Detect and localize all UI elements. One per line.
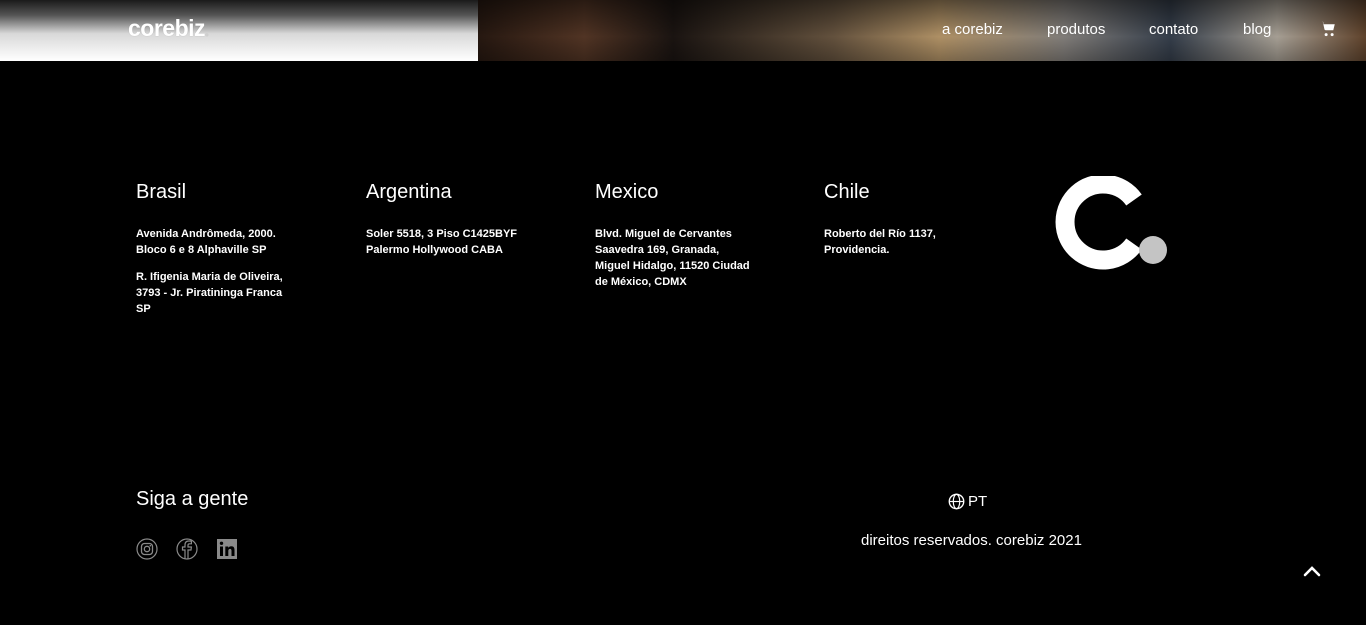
instagram-icon[interactable] bbox=[136, 538, 158, 560]
office-address: Avenida Andrômeda, 2000. Bloco 6 e 8 Alp… bbox=[136, 228, 276, 256]
corebiz-c-logo-icon bbox=[1055, 176, 1167, 270]
language-label: PT bbox=[968, 493, 988, 510]
follow-title: Siga a gente bbox=[136, 488, 249, 510]
nav-link-a-corebiz[interactable]: a corebiz bbox=[942, 21, 1003, 38]
office-country: Mexico bbox=[595, 181, 659, 203]
office-address: R. Ifigenia Maria de Oliveira, 3793 - Jr… bbox=[136, 271, 283, 315]
office-country: Argentina bbox=[366, 181, 452, 203]
office-address: Roberto del Río 1137, Providencia. bbox=[824, 228, 936, 256]
hero-image-strip bbox=[478, 0, 1366, 61]
logo-text: corebiz bbox=[128, 15, 206, 41]
office-mexico: Mexico Blvd. Miguel de Cervantes Saavedr… bbox=[595, 181, 775, 301]
globe-icon bbox=[948, 493, 965, 510]
logo-dot: . bbox=[205, 23, 209, 39]
office-argentina: Argentina Soler 5518, 3 Piso C1425BYF Pa… bbox=[366, 181, 546, 269]
office-chile: Chile Roberto del Río 1137, Providencia. bbox=[824, 181, 1004, 269]
language-selector[interactable]: PT bbox=[948, 493, 987, 510]
nav-link-produtos[interactable]: produtos bbox=[1047, 21, 1105, 38]
linkedin-icon[interactable] bbox=[216, 538, 238, 560]
shopping-cart-icon[interactable] bbox=[1319, 20, 1337, 38]
nav-link-contato[interactable]: contato bbox=[1149, 21, 1198, 38]
corebiz-logo[interactable]: corebiz. bbox=[128, 15, 209, 42]
office-address: Blvd. Miguel de Cervantes Saavedra 169, … bbox=[595, 228, 750, 288]
nav-link-blog[interactable]: blog bbox=[1243, 21, 1271, 38]
logo-dot-shape bbox=[1139, 236, 1167, 264]
chevron-up-icon[interactable] bbox=[1302, 563, 1322, 579]
office-address: Soler 5518, 3 Piso C1425BYF Palermo Holl… bbox=[366, 228, 518, 256]
office-country: Chile bbox=[824, 181, 870, 203]
copyright-text: direitos reservados. corebiz 2021 bbox=[861, 532, 1082, 549]
office-brasil: Brasil Avenida Andrômeda, 2000. Bloco 6 … bbox=[136, 181, 316, 328]
facebook-icon[interactable] bbox=[176, 538, 198, 560]
office-country: Brasil bbox=[136, 181, 187, 203]
site-header: corebiz. a corebiz produtos contato blog bbox=[0, 0, 1366, 61]
